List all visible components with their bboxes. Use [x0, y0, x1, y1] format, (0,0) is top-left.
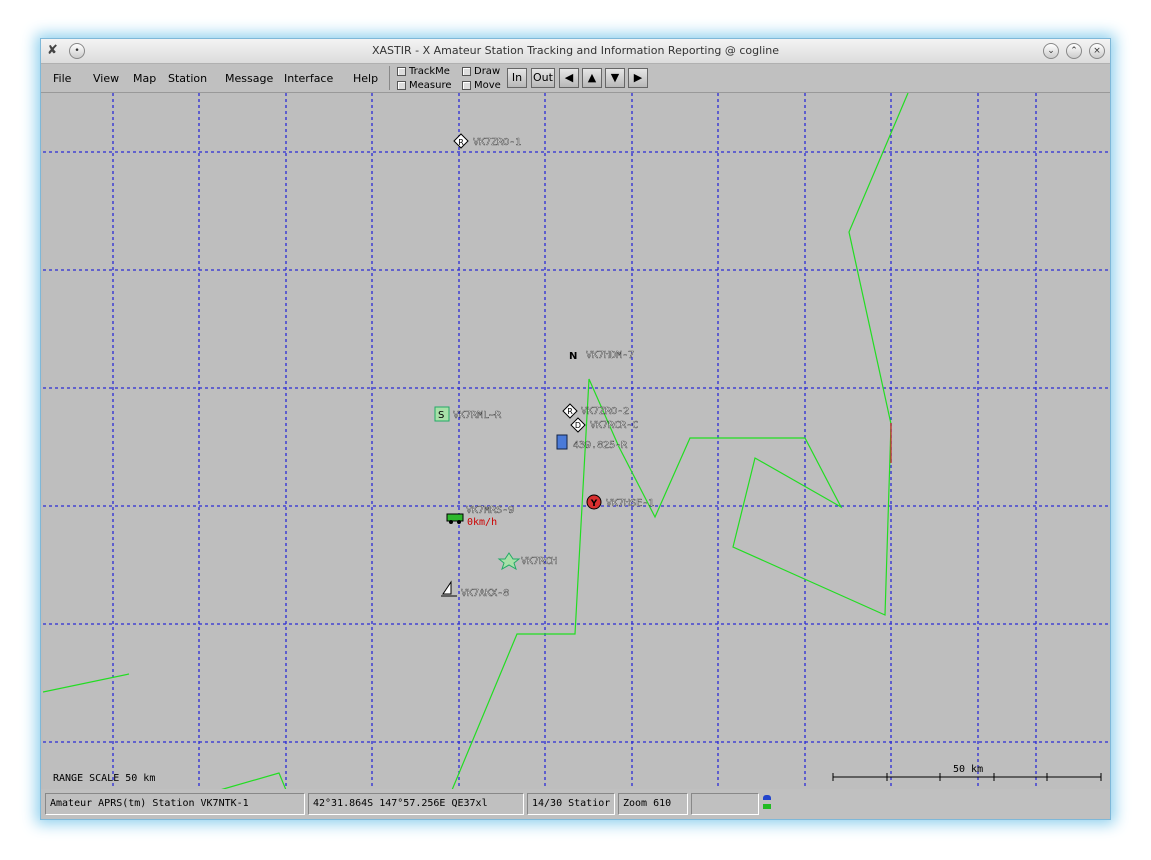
maximize-button[interactable]: ⌃ [1066, 43, 1082, 59]
station-vk7zro-2[interactable]: R VK7ZRO-2 [562, 403, 629, 419]
station-vk7zro-1[interactable]: R VK7ZRO-1 [453, 133, 521, 149]
menu-message[interactable]: Message [225, 72, 273, 85]
svg-text:Y: Y [590, 499, 598, 509]
pan-down-button[interactable]: ▼ [605, 68, 625, 88]
map-svg: R VK7ZRO-1 N VK7HDM-7 S VK7RML~R R VK7ZR… [43, 93, 1110, 790]
station-label: VK7AKX-8 [461, 588, 509, 599]
activity-indicator-icon [763, 795, 771, 813]
range-scale-label: RANGE SCALE 50 km [53, 773, 155, 784]
station-label: VK7ZRO-2 [581, 406, 629, 417]
station-label: VK7RML~R [453, 410, 502, 421]
pan-right-button[interactable]: ▶ [628, 68, 648, 88]
map-tracks [43, 93, 909, 790]
measure-toggle[interactable]: Measure [397, 80, 452, 91]
trackme-toggle[interactable]: TrackMe [397, 66, 450, 77]
draw-label: Draw [474, 66, 501, 77]
xastir-window: ✘ • XASTIR - X Amateur Station Tracking … [40, 38, 1111, 820]
minimize-button[interactable]: ⌄ [1043, 43, 1059, 59]
repeater-r-icon: R [458, 138, 464, 147]
zoom-in-button[interactable]: In [507, 68, 527, 88]
repeater-r-icon: R [567, 407, 573, 416]
station-label: VK7MRS-9 [466, 505, 514, 516]
tower-icon [556, 434, 568, 450]
status-bar: Amateur APRS(tm) Station VK7NTK-1 42°31.… [41, 789, 1110, 819]
close-button[interactable]: × [1089, 43, 1105, 59]
trackme-label: TrackMe [409, 66, 450, 77]
car-icon [446, 513, 464, 522]
zoom-out-button[interactable]: Out [531, 68, 555, 88]
draw-toggle[interactable]: Draw [462, 66, 500, 77]
scale-bar-label: 50 km [953, 764, 983, 775]
menu-file[interactable]: File [53, 72, 71, 85]
window-title: XASTIR - X Amateur Station Tracking and … [371, 44, 780, 57]
station-vk7rch[interactable]: VK7RCH [497, 552, 557, 571]
station-vk7rcr-c[interactable]: D VK7RCR-C [570, 417, 638, 433]
toolbar: File View Map Station Message Interface … [41, 64, 1110, 93]
station-label: VK7HDM-7 [586, 350, 634, 361]
status-station-count: 14/30 Statior [527, 793, 615, 815]
menu-view[interactable]: View [93, 72, 119, 85]
menu-help[interactable]: Help [353, 72, 378, 85]
station-439825-r[interactable]: 439.825-R [556, 434, 628, 451]
station-vk7hdm-7[interactable]: N VK7HDM-7 [569, 350, 634, 362]
star-s-icon [497, 552, 521, 571]
toolbar-divider [389, 66, 390, 90]
station-label: VK7HSE-1 [606, 498, 654, 509]
station-vk7hse-1[interactable]: Y VK7HSE-1 [586, 494, 654, 510]
sailboat-icon [442, 580, 452, 595]
menu-map[interactable]: Map [133, 72, 156, 85]
pan-left-button[interactable]: ◀ [559, 68, 579, 88]
menu-interface[interactable]: Interface [284, 72, 333, 85]
station-label: 439.825-R [573, 440, 628, 451]
move-toggle[interactable]: Move [462, 80, 501, 91]
pan-up-button[interactable]: ▲ [582, 68, 602, 88]
status-position: 42°31.864S 147°57.256E QE37xl [308, 793, 524, 815]
status-message: Amateur APRS(tm) Station VK7NTK-1 [45, 793, 305, 815]
move-label: Move [474, 80, 501, 91]
station-vk7mrs-9[interactable]: VK7MRS-9 0km/h [446, 505, 514, 528]
station-vk7rml-r[interactable]: S VK7RML~R [434, 406, 502, 422]
station-vk7akx-8[interactable]: VK7AKX-8 [441, 580, 509, 599]
svg-text:S: S [438, 410, 444, 421]
status-zoom: Zoom 610 [618, 793, 688, 815]
station-label: VK7RCH [521, 556, 557, 567]
digipeater-d-icon: D [575, 421, 581, 430]
map-canvas[interactable]: R VK7ZRO-1 N VK7HDM-7 S VK7RML~R R VK7ZR… [43, 93, 1110, 790]
station-label: VK7ZRO-1 [473, 137, 521, 148]
measure-label: Measure [409, 80, 452, 91]
title-bar[interactable]: ✘ • XASTIR - X Amateur Station Tracking … [41, 39, 1110, 64]
station-label: VK7RCR-C [590, 420, 638, 431]
node-n-icon: N [569, 351, 577, 362]
status-empty-field [691, 793, 759, 815]
menu-station[interactable]: Station [168, 72, 207, 85]
speed-label: 0km/h [467, 517, 497, 528]
